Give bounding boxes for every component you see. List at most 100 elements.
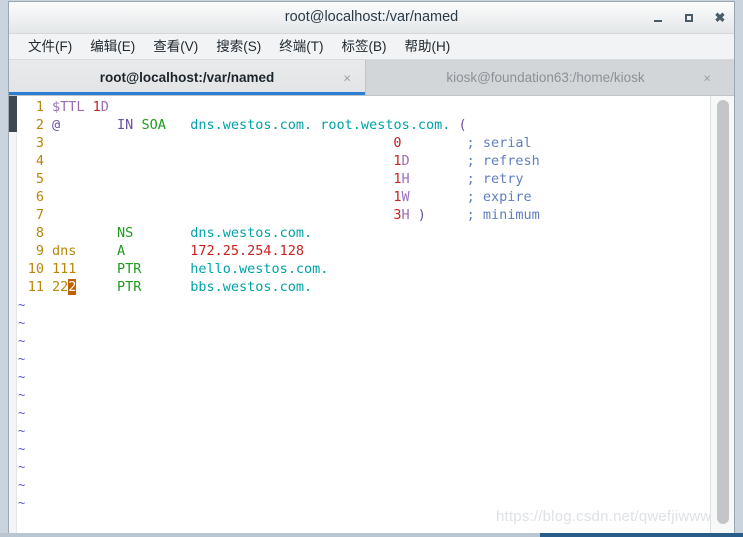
code-token: PTR xyxy=(117,261,142,277)
tilde-marker: ~ xyxy=(18,388,26,402)
window-titlebar[interactable]: root@localhost:/var/named ✖ xyxy=(9,2,734,34)
menu-item-terminal[interactable]: 终端(T) xyxy=(270,34,332,59)
menu-item-tabs[interactable]: 标签(B) xyxy=(333,34,396,59)
tilde-marker: ~ xyxy=(18,496,26,510)
tilde-marker: ~ xyxy=(18,406,26,420)
code-token: 0 xyxy=(393,135,402,151)
tabbar: root@localhost:/var/named × kiosk@founda… xyxy=(9,60,734,96)
editor-empty-line: ~ xyxy=(18,368,709,386)
code-token: NS xyxy=(117,225,134,241)
editor-line: 1 $TTL 1D xyxy=(18,98,709,116)
minimize-icon[interactable] xyxy=(650,10,666,26)
code-token: ; xyxy=(466,189,475,205)
editor-line: 8 NS dns.westos.com. xyxy=(18,224,709,242)
terminal-left-scrollbar[interactable] xyxy=(9,96,17,533)
editor-line: 7 3H ) ; minimum xyxy=(18,206,709,224)
menu-item-search[interactable]: 搜索(S) xyxy=(207,34,270,59)
tilde-marker: ~ xyxy=(18,370,26,384)
code-token: 1 xyxy=(393,153,402,169)
tab-root-var-named[interactable]: root@localhost:/var/named × xyxy=(9,60,365,95)
terminal-left-scrollbar-thumb[interactable] xyxy=(9,96,17,132)
code-token: PTR xyxy=(117,279,142,295)
editor-empty-line: ~ xyxy=(18,350,709,368)
code-token: W xyxy=(401,189,410,205)
code-token: dns.westos.com. xyxy=(190,225,313,241)
code-token: 22 xyxy=(52,279,69,295)
line-number: 5 xyxy=(35,171,44,187)
tilde-marker: ~ xyxy=(18,460,26,474)
code-token: D xyxy=(401,153,410,169)
code-token: ( xyxy=(458,117,467,133)
menu-item-view[interactable]: 查看(V) xyxy=(144,34,207,59)
tilde-marker: ~ xyxy=(18,424,26,438)
tab-label: kiosk@foundation63:/home/kiosk xyxy=(446,70,645,85)
code-token: D xyxy=(100,99,109,115)
editor-line: 9 dns A 172.25.254.128 xyxy=(18,242,709,260)
editor-empty-line: ~ xyxy=(18,404,709,422)
terminal-content[interactable]: 1 $TTL 1D 2 @ IN SOA dns.westos.com. root.w… xyxy=(9,96,734,533)
tab-label: root@localhost:/var/named xyxy=(99,70,275,85)
editor-empty-line: ~ xyxy=(18,314,709,332)
terminal-window: root@localhost:/var/named ✖ 文件(F) 编辑(E) … xyxy=(8,1,735,534)
tab-close-icon[interactable]: × xyxy=(703,70,711,85)
code-token: H xyxy=(401,207,410,223)
tilde-marker: ~ xyxy=(18,352,26,366)
code-token: @ xyxy=(52,117,61,133)
tab-close-icon[interactable]: × xyxy=(343,70,351,85)
menu-item-edit[interactable]: 编辑(E) xyxy=(81,34,144,59)
tilde-marker: ~ xyxy=(18,316,26,330)
editor-line: 11 222 PTR bbs.westos.com. xyxy=(18,278,709,296)
menubar: 文件(F) 编辑(E) 查看(V) 搜索(S) 终端(T) 标签(B) 帮助(H… xyxy=(9,34,734,60)
line-number: 2 xyxy=(35,117,44,133)
editor-line: 10 111 PTR hello.westos.com. xyxy=(18,260,709,278)
code-token: 3 xyxy=(393,207,402,223)
line-number: 10 xyxy=(27,261,44,277)
code-token: retry xyxy=(482,171,524,187)
close-icon[interactable]: ✖ xyxy=(712,10,728,26)
editor-line: 5 1H ; retry xyxy=(18,170,709,188)
tilde-marker: ~ xyxy=(18,334,26,348)
code-token: ; xyxy=(466,135,475,151)
menu-item-help[interactable]: 帮助(H) xyxy=(396,34,460,59)
code-token: 111 xyxy=(52,261,77,277)
code-token: root.westos.com. xyxy=(320,117,451,133)
code-token: IN xyxy=(117,117,134,133)
menu-item-file[interactable]: 文件(F) xyxy=(19,34,81,59)
terminal-right-scrollbar-thumb[interactable] xyxy=(717,100,729,524)
editor-text-area[interactable]: 1 $TTL 1D 2 @ IN SOA dns.westos.com. root.w… xyxy=(18,98,709,533)
terminal-right-scrollbar[interactable] xyxy=(710,96,734,533)
maximize-icon[interactable] xyxy=(681,10,697,26)
code-token: 172.25.254.128 xyxy=(190,243,304,259)
line-number: 1 xyxy=(35,99,44,115)
editor-line: 6 1W ; expire xyxy=(18,188,709,206)
code-token: SOA xyxy=(141,117,166,133)
window-title: root@localhost:/var/named xyxy=(284,9,459,25)
code-token: refresh xyxy=(482,153,540,169)
code-token: A xyxy=(117,243,126,259)
code-token: ; xyxy=(466,171,475,187)
tilde-marker: ~ xyxy=(18,478,26,492)
code-token: expire xyxy=(482,189,532,205)
tab-kiosk-foundation63[interactable]: kiosk@foundation63:/home/kiosk × xyxy=(365,60,725,95)
